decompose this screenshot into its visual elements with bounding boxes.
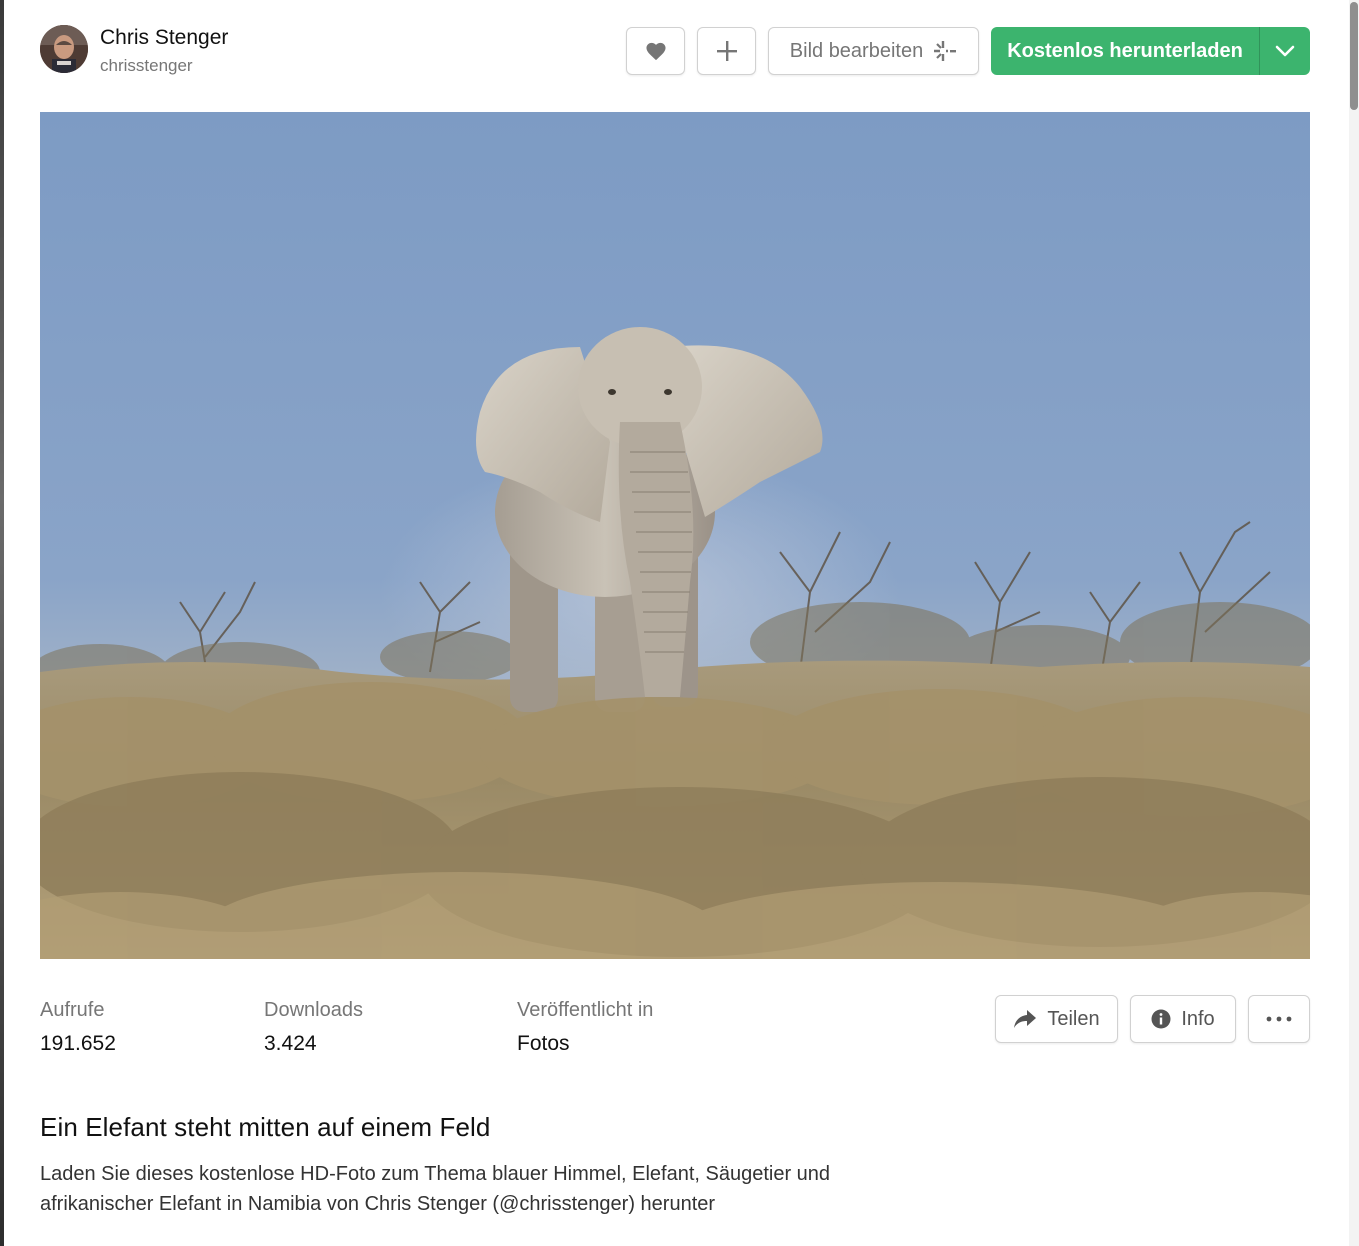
share-arrow-icon — [1014, 1010, 1037, 1028]
more-dots-icon — [1266, 1016, 1292, 1022]
share-label: Teilen — [1047, 1007, 1100, 1030]
scrollbar-thumb[interactable] — [1350, 2, 1358, 110]
published-label: Veröffentlicht in — [517, 999, 654, 1021]
scrollbar[interactable] — [1349, 0, 1359, 1246]
download-group: Kostenlos herunterladen — [991, 27, 1310, 75]
photo-header: Chris Stenger chrisstenger Bild bearbeit… — [40, 25, 1310, 77]
info-label: Info — [1181, 1007, 1215, 1030]
photo-description: Laden Sie dieses kostenlose HD-Foto zum … — [40, 1163, 831, 1215]
download-options-button[interactable] — [1260, 27, 1310, 75]
like-button[interactable] — [626, 27, 685, 75]
info-button[interactable]: Info — [1130, 995, 1236, 1043]
add-to-collection-button[interactable] — [697, 27, 756, 75]
published-value[interactable]: Fotos — [517, 1032, 570, 1056]
share-button[interactable]: Teilen — [995, 995, 1118, 1043]
downloads-label: Downloads — [264, 999, 363, 1021]
author-name[interactable]: Chris Stenger — [100, 26, 228, 50]
sparkle-edit-icon — [934, 41, 957, 61]
photo-title: Ein Elefant steht mitten auf einem Feld — [40, 1112, 491, 1142]
info-icon — [1151, 1009, 1171, 1029]
views-label: Aufrufe — [40, 999, 105, 1021]
elephant-photo[interactable] — [40, 112, 1310, 959]
downloads-value: 3.424 — [264, 1032, 317, 1055]
edit-image-label: Bild bearbeiten — [789, 39, 924, 62]
plus-icon — [716, 41, 737, 61]
author-handle[interactable]: chrisstenger — [100, 56, 193, 76]
chevron-down-icon — [1275, 45, 1295, 57]
download-button[interactable]: Kostenlos herunterladen — [991, 27, 1259, 75]
avatar[interactable] — [40, 25, 88, 73]
more-options-button[interactable] — [1248, 995, 1310, 1043]
window-edge — [0, 0, 4, 1246]
heart-icon — [645, 42, 666, 61]
views-value: 191.652 — [40, 1032, 116, 1055]
edit-image-button[interactable]: Bild bearbeiten — [768, 27, 979, 75]
